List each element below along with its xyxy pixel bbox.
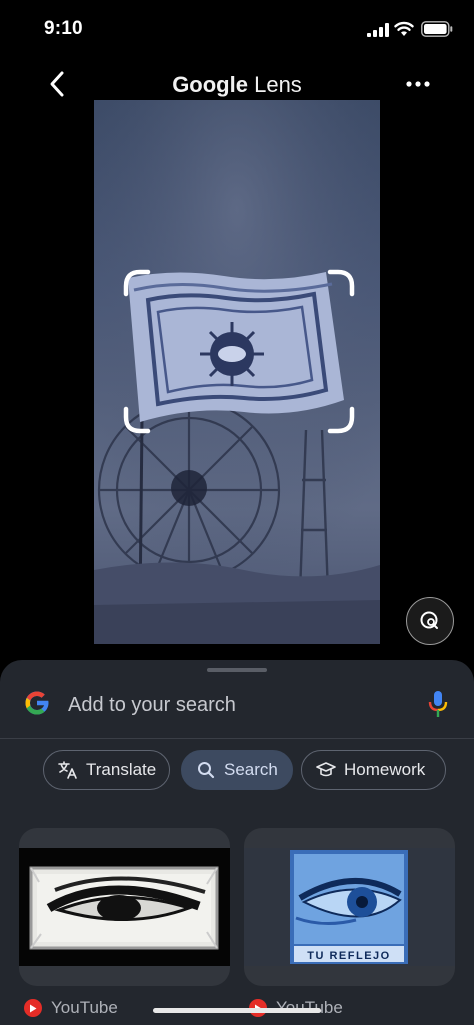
chip-search-label: Search [224, 760, 278, 779]
status-time: 9:10 [44, 18, 83, 39]
wifi-icon [394, 21, 414, 36]
results-sheet: Add to your search Translate Search Home… [0, 660, 474, 1025]
eye-blue-thumbnail: TU REFLEJO [290, 850, 408, 964]
result-source-label: YouTube [51, 998, 118, 1017]
more-options-button[interactable] [398, 70, 438, 98]
divider [0, 738, 474, 739]
home-indicator[interactable] [153, 1008, 321, 1013]
translate-icon [58, 760, 78, 780]
results-grid: TU REFLEJO YouTube YouTube [0, 828, 474, 1025]
title-product: Lens [254, 72, 302, 97]
chip-search[interactable]: Search [181, 750, 293, 790]
battery-icon [421, 21, 453, 37]
visual-search-button[interactable] [406, 597, 454, 645]
search-input[interactable]: Add to your search [68, 694, 236, 717]
status-bar: 9:10 [0, 0, 474, 58]
crop-selection[interactable] [122, 268, 356, 435]
filter-chips: Translate Search Homework [0, 750, 474, 790]
result-card[interactable]: TU REFLEJO [244, 828, 455, 986]
result-source[interactable]: YouTube [24, 996, 118, 1020]
graduation-cap-icon [316, 760, 336, 780]
cellular-signal-icon [367, 23, 389, 37]
result-thumbnail [19, 848, 230, 966]
chip-homework-label: Homework [344, 760, 426, 779]
more-dots-icon [406, 81, 430, 87]
sheet-drag-handle[interactable] [207, 668, 267, 672]
chip-homework[interactable]: Homework [301, 750, 446, 790]
search-icon [196, 760, 216, 780]
result-card[interactable] [19, 828, 230, 986]
microphone-icon[interactable] [428, 690, 448, 718]
title-brand: Google [172, 72, 248, 97]
thumbnail-caption: TU REFLEJO [307, 950, 390, 962]
chip-translate[interactable]: Translate [43, 750, 170, 790]
google-logo-icon [25, 691, 50, 715]
chip-translate-label: Translate [86, 760, 157, 779]
result-thumbnail: TU REFLEJO [244, 848, 455, 966]
youtube-icon [24, 999, 42, 1017]
lens-search-icon [420, 611, 438, 629]
eye-thumbnail [29, 866, 219, 950]
